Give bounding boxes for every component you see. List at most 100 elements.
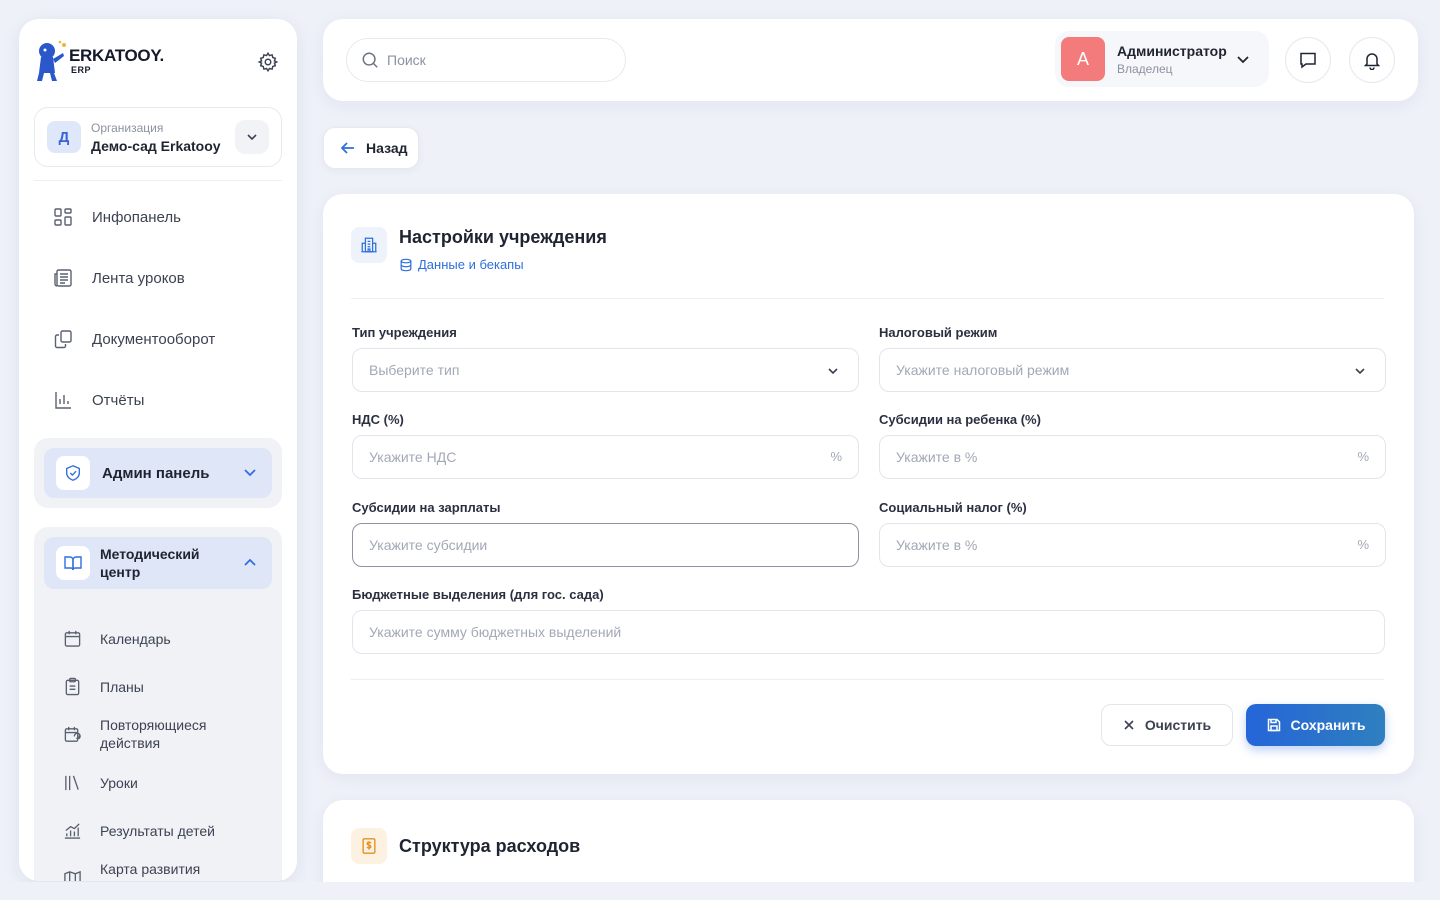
institution-type-input[interactable] [369, 362, 795, 378]
sub-item-label: Календарь [100, 630, 171, 647]
page-title: Настройки учреждения [399, 227, 607, 247]
nav-item-lessons-feed[interactable]: Лента уроков [53, 258, 185, 298]
chevron-down-icon [1355, 368, 1365, 375]
organization-selector[interactable]: Д Организация Демо-сад Erkatooy [34, 107, 282, 167]
clear-button[interactable]: Очистить [1101, 704, 1233, 746]
field-label: НДС (%) [352, 412, 404, 427]
field-label: Тип учреждения [352, 325, 457, 340]
salary-subsidy-box [352, 523, 859, 567]
sub-item-plans[interactable]: Планы [63, 677, 144, 696]
tax-regime-select[interactable] [879, 348, 1386, 392]
method-center-button[interactable]: Методический центр [44, 537, 272, 589]
messages-button[interactable] [1285, 37, 1331, 83]
org-dropdown-button[interactable] [235, 120, 269, 154]
search-input[interactable] [387, 52, 607, 68]
book-open-icon [64, 556, 82, 571]
back-button[interactable]: Назад [323, 127, 419, 169]
social-tax-input[interactable] [896, 537, 1322, 553]
chat-icon [1300, 52, 1316, 69]
chevron-down-icon [247, 134, 257, 141]
back-label: Назад [366, 140, 408, 156]
admin-panel-button[interactable]: Админ панель [44, 448, 272, 498]
child-subsidy-field: Субсидии на ребенка (%) % [879, 412, 1386, 479]
user-name: Администратор [1117, 42, 1227, 59]
social-tax-box: % [879, 523, 1386, 567]
avatar: А [1061, 37, 1105, 81]
budget-input[interactable] [369, 624, 1269, 640]
save-button[interactable]: Сохранить [1246, 704, 1385, 746]
nav-item-reports[interactable]: Отчёты [53, 380, 144, 420]
sub-item-results[interactable]: Результаты детей [63, 821, 215, 840]
brand-sub: ERP [71, 65, 92, 75]
budget-field: Бюджетные выделения (для гос. сада) [352, 587, 1385, 654]
search-icon [362, 52, 378, 68]
database-icon [400, 258, 412, 271]
org-label: Организация [91, 120, 164, 135]
vat-field: НДС (%) % [352, 412, 859, 479]
admin-panel-group: Админ панель [34, 438, 282, 508]
search-box[interactable] [346, 38, 626, 82]
brand-name: ERKATOOY. [69, 46, 164, 65]
tax-regime-input[interactable] [896, 362, 1322, 378]
sub-item-calendar[interactable]: Календарь [63, 629, 171, 648]
library-icon [65, 775, 79, 791]
sub-item-label: Карта развития ребенка [100, 861, 201, 881]
dollar-document-icon [362, 838, 376, 854]
field-label: Налоговый режим [879, 325, 998, 340]
building-icon [361, 237, 377, 253]
clipboard-icon [65, 677, 80, 696]
chart-growth-icon [64, 823, 81, 839]
sidebar: ERKATOOY. ERP Д Организация Демо-сад Erk… [19, 19, 297, 881]
institution-settings-card: Настройки учреждения Данные и бекапы Тип… [323, 194, 1414, 774]
field-label: Субсидии на ребенка (%) [879, 412, 1041, 427]
map-icon [64, 870, 81, 881]
institution-type-select[interactable] [352, 348, 859, 392]
percent-suffix: % [1357, 537, 1369, 552]
brand-logo-area[interactable]: ERKATOOY. ERP [33, 39, 164, 83]
nav-label: Инфопанель [92, 208, 181, 226]
nav-item-documents[interactable]: Документооборот [53, 319, 215, 359]
nav-item-dashboard[interactable]: Инфопанель [53, 197, 181, 237]
arrow-left-icon [340, 142, 354, 154]
child-subsidy-input[interactable] [896, 449, 1322, 465]
social-tax-field: Социальный налог (%) % [879, 500, 1386, 567]
method-center-label: Методический центр [100, 546, 200, 580]
nav-label: Отчёты [92, 391, 145, 409]
notifications-button[interactable] [1349, 37, 1395, 83]
divider [351, 298, 1384, 299]
bell-icon [1363, 53, 1381, 70]
newspaper-icon [54, 269, 72, 287]
org-name: Демо-сад Erkatooy [91, 137, 221, 154]
sub-item-label: Повторяющиеся действия [100, 717, 207, 751]
method-center-group: Методический центр Календарь Планы Повто… [34, 527, 282, 881]
sub-item-recurring[interactable]: Повторяющиеся действия [63, 716, 223, 752]
institution-type-field: Тип учреждения [352, 325, 859, 392]
chevron-down-icon [244, 469, 256, 477]
user-role: Владелец [1117, 61, 1173, 76]
save-label: Сохранить [1290, 717, 1366, 733]
data-backups-link[interactable]: Данные и бекапы [399, 257, 607, 272]
salary-subsidy-input[interactable] [369, 537, 795, 553]
money-icon-box [351, 828, 387, 864]
top-bar: А Администратор Владелец [323, 19, 1418, 101]
chevron-down-icon [1237, 56, 1249, 64]
nav-label: Документооборот [92, 330, 216, 348]
sub-item-development-map[interactable]: Карта развития ребенка [63, 860, 223, 881]
vat-box: % [352, 435, 859, 479]
user-menu[interactable]: А Администратор Владелец [1055, 31, 1269, 87]
sub-item-lessons[interactable]: Уроки [63, 773, 138, 792]
mascot-logo-icon [37, 40, 66, 81]
percent-suffix: % [1357, 449, 1369, 464]
child-subsidy-box: % [879, 435, 1386, 479]
vat-input[interactable] [369, 449, 795, 465]
chevron-down-icon [828, 368, 838, 375]
divider [351, 679, 1384, 680]
close-icon [1124, 720, 1134, 730]
gear-icon[interactable] [257, 51, 279, 73]
chevron-up-icon [244, 558, 256, 566]
clear-label: Очистить [1144, 717, 1212, 733]
section-title: Структура расходов [399, 835, 581, 856]
method-icon-box [56, 546, 90, 580]
calendar-icon [64, 630, 81, 647]
bar-chart-icon [55, 392, 71, 409]
